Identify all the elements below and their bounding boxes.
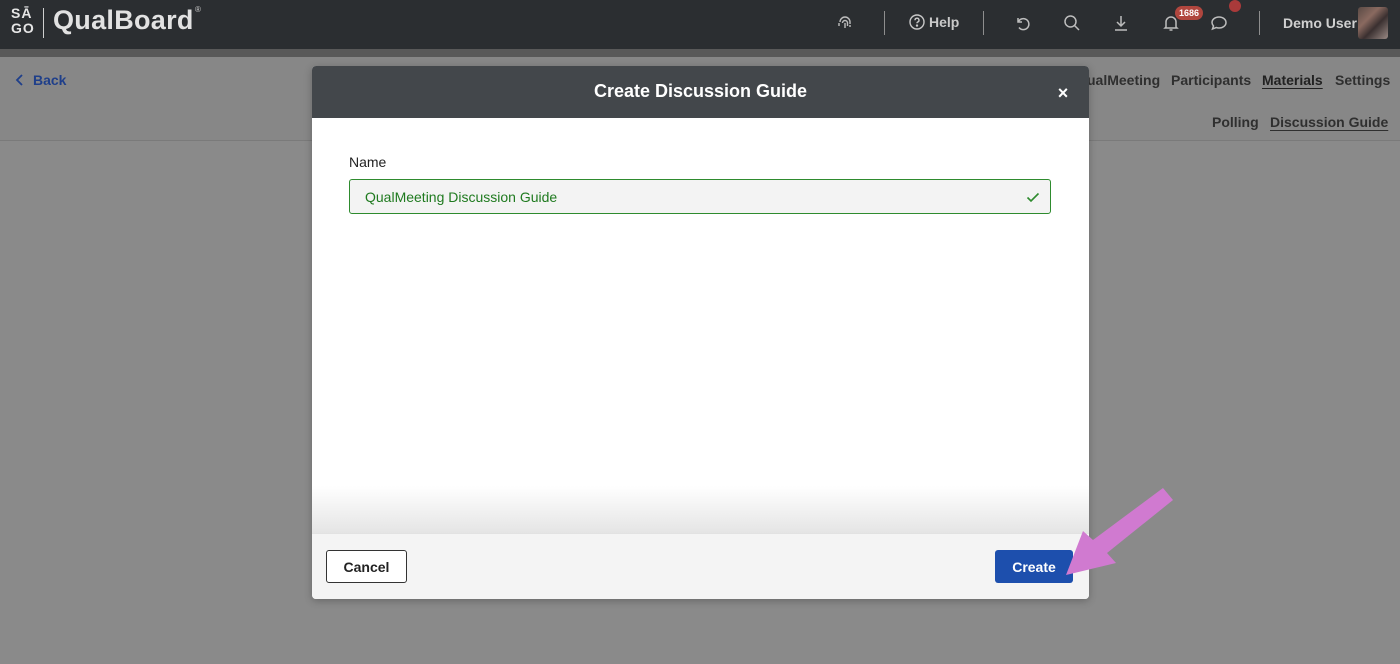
back-label: Back xyxy=(33,72,67,88)
help-label: Help xyxy=(929,14,960,30)
subtab-polling[interactable]: Polling xyxy=(1212,114,1259,130)
top-bar: SĀ GO QualBoard ® Help 1686 Demo User xyxy=(0,0,1400,49)
tab-qualmeeting[interactable]: ualMeeting xyxy=(1087,72,1160,88)
download-icon[interactable] xyxy=(1110,12,1132,34)
name-label: Name xyxy=(349,154,387,170)
cancel-button[interactable]: Cancel xyxy=(326,550,407,583)
subtab-discussion-guide[interactable]: Discussion Guide xyxy=(1270,114,1388,130)
tab-materials[interactable]: Materials xyxy=(1262,72,1323,88)
toolbar-separator xyxy=(983,11,984,35)
back-link[interactable]: Back xyxy=(15,72,66,88)
notification-badge: 1686 xyxy=(1175,6,1204,20)
undo-icon[interactable] xyxy=(1011,12,1033,34)
topbar-shadow xyxy=(0,49,1400,57)
toolbar-separator xyxy=(1259,11,1260,35)
tab-participants[interactable]: Participants xyxy=(1171,72,1251,88)
name-input[interactable] xyxy=(349,179,1051,214)
help-button[interactable]: Help xyxy=(909,14,959,30)
logo-mark-bottom: GO xyxy=(11,20,35,36)
registered-mark: ® xyxy=(195,5,201,14)
pointer-arrow-icon xyxy=(1066,488,1173,575)
unread-dot xyxy=(1229,0,1241,12)
user-name[interactable]: Demo User xyxy=(1283,15,1357,31)
logo-mark-top: SĀ xyxy=(11,5,33,21)
check-icon xyxy=(1026,192,1040,203)
content-fade xyxy=(312,486,1089,534)
toolbar-separator xyxy=(884,11,885,35)
avatar[interactable] xyxy=(1358,7,1388,39)
chevron-left-icon xyxy=(15,74,23,86)
dialog-footer: Cancel Create xyxy=(312,533,1089,599)
app-name: QualBoard xyxy=(53,5,194,35)
close-icon[interactable]: × xyxy=(1052,82,1074,104)
tab-settings[interactable]: Settings xyxy=(1335,72,1390,88)
sago-logo: SĀ GO xyxy=(11,6,35,40)
help-circle-icon xyxy=(909,14,925,30)
dialog-header: Create Discussion Guide × xyxy=(312,66,1089,118)
create-discussion-guide-dialog: Create Discussion Guide × Name Cancel Cr… xyxy=(312,66,1089,599)
dialog-title: Create Discussion Guide xyxy=(593,81,808,101)
fingerprint-icon[interactable] xyxy=(834,12,856,34)
logo-divider xyxy=(43,8,44,38)
chat-icon[interactable] xyxy=(1208,12,1230,34)
search-icon[interactable] xyxy=(1061,12,1083,34)
